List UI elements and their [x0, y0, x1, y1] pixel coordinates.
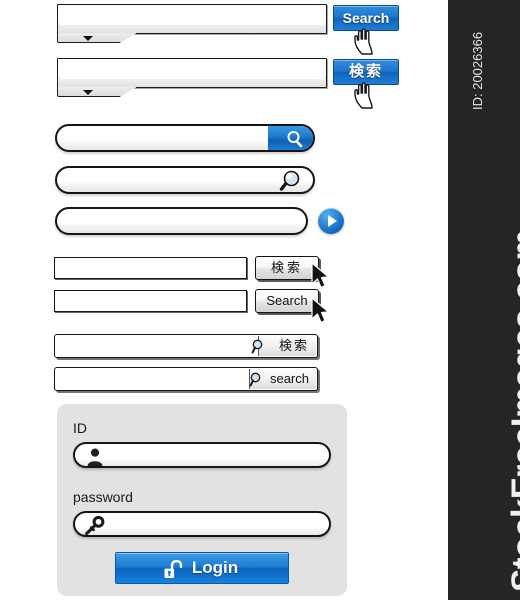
go-submit-button[interactable]: [318, 208, 344, 234]
inset-input-frame-japanese: 検索: [54, 334, 318, 358]
login-id-input[interactable]: [113, 448, 327, 466]
open-padlock-icon: [164, 560, 183, 578]
login-id-field-wrapper: [73, 442, 331, 468]
flat-search-input-english[interactable]: [57, 293, 246, 311]
hand-pointer-cursor: [354, 82, 373, 109]
hand-pointer-cursor: [354, 28, 373, 55]
flat-search-input-japanese[interactable]: [57, 260, 246, 278]
ui-kit-canvas: Search 検索 検索 Search 検索 search ID passwor…: [0, 0, 448, 600]
flat-input-frame-japanese: [54, 257, 247, 279]
login-password-input[interactable]: [113, 517, 327, 535]
magnifier-icon-small: [249, 372, 261, 387]
watermark-brand-text: StockFreeImages.com: [505, 229, 520, 592]
pill-search-glass: [55, 166, 315, 194]
inset-search-button-japanese[interactable]: 検索: [257, 336, 316, 356]
pill-search-blue-cap: [55, 124, 315, 152]
key-icon: [84, 516, 105, 536]
arrow-cursor: [311, 262, 330, 289]
arrow-cursor: [311, 297, 330, 324]
play-arrow-icon: [328, 215, 337, 227]
search-input-japanese[interactable]: [60, 61, 324, 79]
boxed-input-frame-japanese: [57, 58, 327, 88]
magnifier-icon-white: [287, 131, 303, 148]
pill-search-go: [55, 207, 308, 235]
dropdown-flap-english[interactable]: [57, 33, 137, 43]
user-silhouette-icon: [87, 448, 103, 466]
pill-search-input-blue-cap[interactable]: [69, 129, 273, 149]
boxed-input-frame-english: [57, 4, 327, 34]
login-button-label: Login: [191, 558, 239, 577]
magnifier-icon-glass[interactable]: [277, 169, 303, 193]
watermark-sidebar: StockFreeImages.com ID: 20026366: [448, 0, 520, 600]
search-input-english[interactable]: [60, 7, 324, 25]
login-password-label: password: [73, 489, 133, 505]
magnifier-icon-small: [251, 339, 263, 354]
watermark-id-text: ID: 20026366: [470, 31, 485, 110]
dropdown-flap-japanese[interactable]: [57, 87, 137, 97]
inset-input-frame-english: search: [54, 367, 318, 391]
flat-input-frame-english: [54, 290, 247, 312]
pill-search-input-go[interactable]: [69, 212, 301, 232]
login-submit-button[interactable]: Login: [115, 552, 289, 584]
login-id-label: ID: [73, 420, 87, 436]
login-password-field-wrapper: [73, 511, 331, 537]
chevron-down-icon: [83, 90, 93, 95]
inset-search-input-japanese[interactable]: [58, 338, 232, 356]
boxed-input-group-english: [57, 4, 327, 44]
pill-search-input-glass[interactable]: [69, 171, 283, 191]
inset-search-input-english[interactable]: [58, 371, 232, 389]
boxed-input-group-japanese: [57, 58, 327, 98]
login-panel: ID password Login: [57, 404, 347, 596]
chevron-down-icon: [83, 36, 93, 41]
